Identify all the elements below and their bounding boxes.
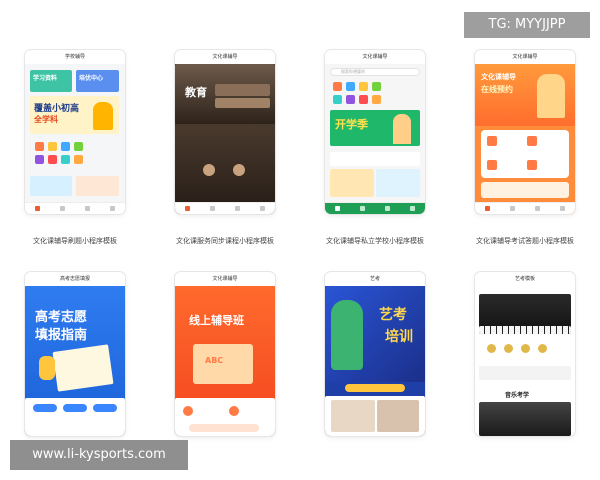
phone-preview[interactable]: 高考志愿填报 高考志愿 填报指南 — [25, 272, 125, 436]
book-spine — [215, 98, 270, 108]
paper-illustration — [52, 344, 114, 392]
phone-preview[interactable]: 文化课辅导 线上辅导班 ABC — [175, 272, 275, 436]
abc-label: ABC — [205, 356, 224, 365]
student-illustration — [393, 114, 411, 144]
course-tile[interactable] — [76, 176, 119, 196]
template-caption[interactable]: 文化课辅导刷题小程序模板 — [0, 236, 150, 246]
hero-headline: 线上辅导班 — [189, 314, 244, 327]
mini-title: 文化课辅导 — [175, 50, 275, 64]
phone-preview[interactable]: 艺考 艺考 培训 — [325, 272, 425, 436]
watermark-badge: TG: MYYJJPP — [464, 12, 590, 38]
hero-subhead: 在线预约 — [481, 85, 513, 94]
hero-headline: 文化课辅导 — [481, 73, 516, 81]
hero-headline: 覆盖小初高 — [34, 104, 80, 114]
tab-bar[interactable] — [25, 202, 125, 214]
teacher-card[interactable] — [330, 169, 374, 197]
section-title: 音乐考学 — [505, 392, 530, 399]
student-illustration — [93, 102, 113, 130]
template-caption[interactable]: 文化课辅导私立学校小程序模板 — [300, 236, 450, 246]
tab-bar[interactable] — [175, 202, 275, 214]
student-illustration — [537, 74, 565, 118]
photo-thumb[interactable] — [377, 400, 419, 432]
template-caption[interactable]: 文化课辅导考试答题小程序模板 — [450, 236, 600, 246]
mini-title: 艺考 — [325, 272, 425, 286]
tile-label: 培优中心 — [79, 75, 104, 82]
menu-icon[interactable] — [203, 164, 215, 176]
mini-title: 文化课辅导 — [175, 272, 275, 286]
news-row[interactable] — [330, 152, 420, 166]
mini-title: 文化课辅导 — [475, 50, 575, 64]
menu-icon[interactable] — [487, 136, 497, 146]
url-watermark: www.li-kysports.com — [10, 440, 188, 470]
phone-preview[interactable]: 文化课辅导 教育 — [175, 50, 275, 214]
phone-preview[interactable]: 文化课辅导 文化课辅导 在线预约 — [475, 50, 575, 214]
hero-headline: 教育 — [185, 86, 207, 99]
hero-subhead: 培训 — [385, 329, 413, 345]
menu-icon[interactable] — [183, 406, 193, 416]
piano-keys — [479, 326, 571, 334]
pencil-illustration — [39, 356, 55, 380]
template-caption[interactable]: 文化课服务同步课程小程序模板 — [150, 236, 300, 246]
piano-photo[interactable] — [479, 402, 571, 436]
tab-bar[interactable] — [475, 202, 575, 214]
teacher-card[interactable] — [376, 169, 420, 197]
hero-subhead: 全学科 — [34, 115, 58, 124]
phone-preview[interactable]: 文化课辅导 搜索你想要的 开学季 — [325, 50, 425, 214]
hero-headline: 艺考 — [379, 307, 407, 323]
book-spine — [215, 84, 270, 96]
divider-row — [479, 366, 571, 380]
menu-icon[interactable] — [527, 160, 537, 170]
category-grid[interactable] — [487, 344, 547, 353]
phone-preview[interactable]: 艺考模板 音乐考学 — [475, 272, 575, 436]
mini-title: 艺考模板 — [475, 272, 575, 286]
cta-button[interactable] — [189, 424, 259, 432]
dark-panel — [175, 124, 275, 202]
hero-headline: 高考志愿 — [35, 310, 88, 325]
template-gallery: 学校辅导 学习资料 培优中心 覆盖小初高 全学科 文化课辅导刷题小程序模板 文化… — [0, 0, 600, 480]
hero-subhead: 填报指南 — [35, 328, 88, 343]
mini-title: 文化课辅导 — [325, 50, 425, 64]
category-grid[interactable] — [333, 82, 381, 104]
promo-headline: 开学季 — [335, 118, 368, 131]
mini-title: 学校辅导 — [25, 50, 125, 64]
category-grid[interactable] — [35, 142, 83, 164]
cta-button[interactable] — [345, 384, 405, 392]
quick-link-button[interactable] — [63, 404, 87, 412]
quick-link-button[interactable] — [93, 404, 117, 412]
course-tile[interactable] — [30, 176, 72, 196]
tab-bar[interactable] — [325, 202, 425, 214]
phone-preview[interactable]: 学校辅导 学习资料 培优中心 覆盖小初高 全学科 — [25, 50, 125, 214]
menu-icon[interactable] — [229, 406, 239, 416]
artist-illustration — [331, 300, 363, 370]
menu-icon[interactable] — [527, 136, 537, 146]
tile-label: 学习资料 — [33, 75, 58, 82]
search-placeholder: 搜索你想要的 — [341, 69, 365, 74]
mini-title: 高考志愿填报 — [25, 272, 125, 286]
photo-thumb[interactable] — [331, 400, 375, 432]
menu-icon[interactable] — [487, 160, 497, 170]
menu-icon[interactable] — [233, 164, 245, 176]
quick-link-button[interactable] — [33, 404, 57, 412]
footer-banner[interactable] — [481, 182, 569, 198]
